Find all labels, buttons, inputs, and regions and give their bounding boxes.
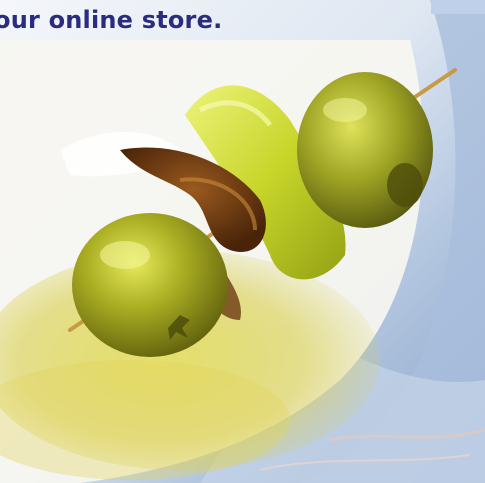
skewer-photo — [0, 40, 457, 483]
hero-banner: our online store. — [0, 0, 485, 483]
headline: our online store. — [0, 6, 223, 34]
